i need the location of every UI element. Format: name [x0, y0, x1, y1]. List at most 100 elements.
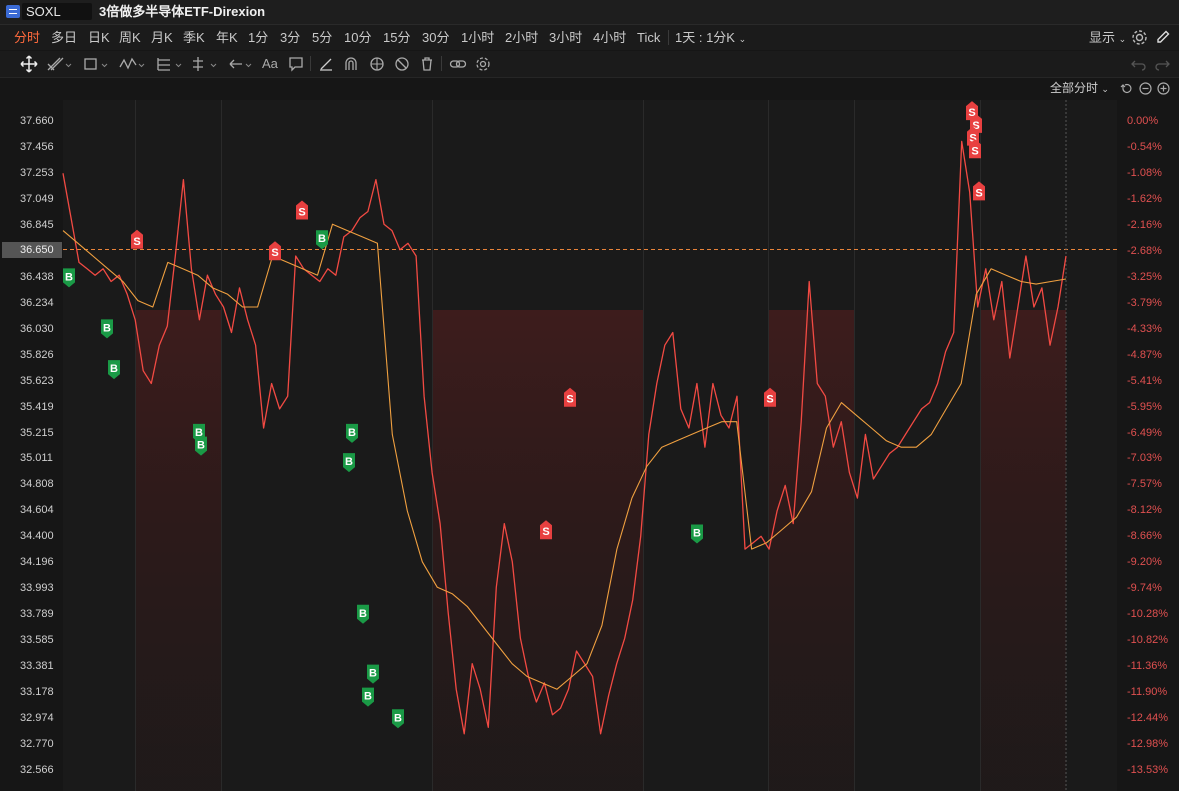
- marker-label: B: [103, 322, 111, 334]
- price-tick-label: 37.660: [20, 115, 54, 127]
- session-shade: [980, 310, 1066, 791]
- marker-label: B: [693, 528, 701, 540]
- percent-tick-label: -3.25%: [1127, 270, 1162, 283]
- settings-icon[interactable]: [1131, 29, 1148, 47]
- marker-label: S: [975, 187, 982, 199]
- line-pencil-icon[interactable]: [318, 55, 334, 73]
- tab-2h[interactable]: 2小时: [505, 29, 538, 46]
- price-tick-label: 36.438: [20, 270, 54, 283]
- marker-label: S: [542, 526, 549, 538]
- tab-tick[interactable]: Tick: [637, 29, 660, 46]
- percent-tick-label: -8.12%: [1127, 504, 1162, 517]
- percent-tick-label: -1.62%: [1127, 192, 1162, 205]
- tab-3h[interactable]: 3小时: [549, 29, 582, 46]
- tab-10min[interactable]: 10分: [344, 29, 371, 46]
- tab-weekly-k[interactable]: 周K: [119, 29, 141, 46]
- quote-list-icon[interactable]: [6, 5, 20, 18]
- session-shade: [768, 310, 854, 791]
- comment-tool-icon[interactable]: [288, 55, 304, 73]
- marker-label: B: [359, 608, 367, 620]
- percent-tick-label: -4.33%: [1127, 322, 1162, 335]
- price-tick-label: 33.381: [20, 660, 54, 673]
- tab-monthly-k[interactable]: 月K: [151, 29, 173, 46]
- hide-drawing-icon[interactable]: [393, 55, 411, 73]
- tab-15min[interactable]: 15分: [383, 29, 410, 46]
- price-tick-label: 37.253: [20, 166, 54, 179]
- trend-line-tool-icon[interactable]: [46, 55, 72, 73]
- price-tick-label: 34.604: [20, 504, 54, 517]
- zoom-out-icon[interactable]: [1139, 82, 1152, 98]
- price-tick-label: 32.566: [20, 764, 54, 776]
- marker-label: B: [364, 691, 372, 703]
- multi-period-select[interactable]: 1天 : 1分K ⌄: [675, 29, 746, 48]
- arrow-tool-icon[interactable]: [227, 55, 253, 73]
- period-bar: 分时 多日 日K 周K 月K 季K 年K 1分 3分 5分 10分 15分 30…: [0, 25, 1179, 50]
- price-tick-label: 34.400: [20, 530, 54, 543]
- percent-tick-label: -10.28%: [1127, 608, 1168, 621]
- wave-tool-icon[interactable]: [118, 55, 146, 73]
- session-shade: [432, 310, 643, 791]
- tab-daily-k[interactable]: 日K: [88, 29, 110, 46]
- marker-label: B: [369, 668, 377, 680]
- link-icon[interactable]: [449, 55, 467, 73]
- tab-30min[interactable]: 30分: [422, 29, 449, 46]
- tab-intraday[interactable]: 分时: [14, 29, 40, 46]
- current-price-tag: 36.650: [2, 242, 62, 258]
- range-select[interactable]: 全部分时 ⌄: [1050, 80, 1109, 97]
- zoom-in-icon[interactable]: [1157, 82, 1170, 98]
- tab-5min[interactable]: 5分: [312, 29, 332, 46]
- tab-1min[interactable]: 1分: [248, 29, 268, 46]
- pencil-icon[interactable]: [1155, 29, 1171, 47]
- marker-label: B: [345, 456, 353, 468]
- marker-label: S: [971, 145, 978, 157]
- reset-zoom-icon[interactable]: [1120, 82, 1133, 98]
- percent-tick-label: -0.54%: [1127, 140, 1162, 153]
- tab-1h[interactable]: 1小时: [461, 29, 494, 46]
- magnet-icon[interactable]: [343, 55, 359, 73]
- chevron-down-icon: ⌄: [1101, 84, 1109, 94]
- trash-icon[interactable]: [419, 55, 435, 73]
- tab-4h[interactable]: 4小时: [593, 29, 626, 46]
- title-bar: SOXL 3倍做多半导体ETF-Direxion: [0, 0, 1179, 25]
- tab-quarterly-k[interactable]: 季K: [183, 29, 205, 46]
- marker-label: S: [566, 394, 573, 406]
- percent-tick-label: -9.74%: [1127, 582, 1162, 595]
- price-tick-label: 32.974: [20, 712, 54, 725]
- percent-tick-label: -13.53%: [1127, 764, 1168, 776]
- lock-drawing-icon[interactable]: [368, 55, 386, 73]
- percent-tick-label: -7.57%: [1127, 478, 1162, 491]
- price-tick-label: 36.845: [20, 218, 54, 231]
- undo-icon[interactable]: [1130, 55, 1146, 73]
- chevron-down-icon: ⌄: [1118, 34, 1127, 44]
- price-tick-label: 33.993: [20, 582, 54, 595]
- tab-multi-day[interactable]: 多日: [51, 29, 77, 46]
- move-icon[interactable]: [20, 55, 38, 73]
- range-label: 全部分时: [1050, 81, 1099, 95]
- fibonacci-tool-icon[interactable]: [155, 55, 183, 73]
- price-tick-label: 34.196: [20, 556, 54, 569]
- marker-label: B: [348, 427, 356, 439]
- price-tick-label: 33.178: [20, 686, 54, 699]
- shape-tool-icon[interactable]: [82, 55, 108, 73]
- percent-tick-label: -6.49%: [1127, 426, 1162, 439]
- tab-yearly-k[interactable]: 年K: [216, 29, 238, 46]
- stock-name: 3倍做多半导体ETF-Direxion: [99, 4, 266, 19]
- drawing-settings-icon[interactable]: [475, 55, 491, 73]
- display-button[interactable]: 显示 ⌄: [1089, 29, 1126, 48]
- percent-tick-label: -2.68%: [1127, 244, 1162, 257]
- marker-label: S: [271, 247, 278, 259]
- tab-3min[interactable]: 3分: [280, 29, 300, 46]
- symbol-input[interactable]: SOXL: [22, 3, 92, 20]
- percent-tick-label: 0.00%: [1127, 115, 1159, 127]
- price-tick-label: 37.456: [20, 140, 54, 153]
- intraday-chart[interactable]: BBBSBBSSBBBBBBBSSBSSSSSS: [0, 78, 1179, 791]
- chevron-down-icon: ⌄: [738, 34, 747, 44]
- divider: [310, 56, 311, 71]
- price-tick-label: 35.011: [20, 452, 53, 465]
- percent-tick-label: -4.87%: [1127, 348, 1162, 361]
- text-tool-icon[interactable]: Aa: [262, 55, 278, 73]
- redo-icon[interactable]: [1155, 55, 1171, 73]
- multi-period-label: 1天 : 1分K: [675, 30, 735, 45]
- percent-tick-label: -7.03%: [1127, 452, 1162, 465]
- measure-tool-icon[interactable]: [190, 55, 218, 73]
